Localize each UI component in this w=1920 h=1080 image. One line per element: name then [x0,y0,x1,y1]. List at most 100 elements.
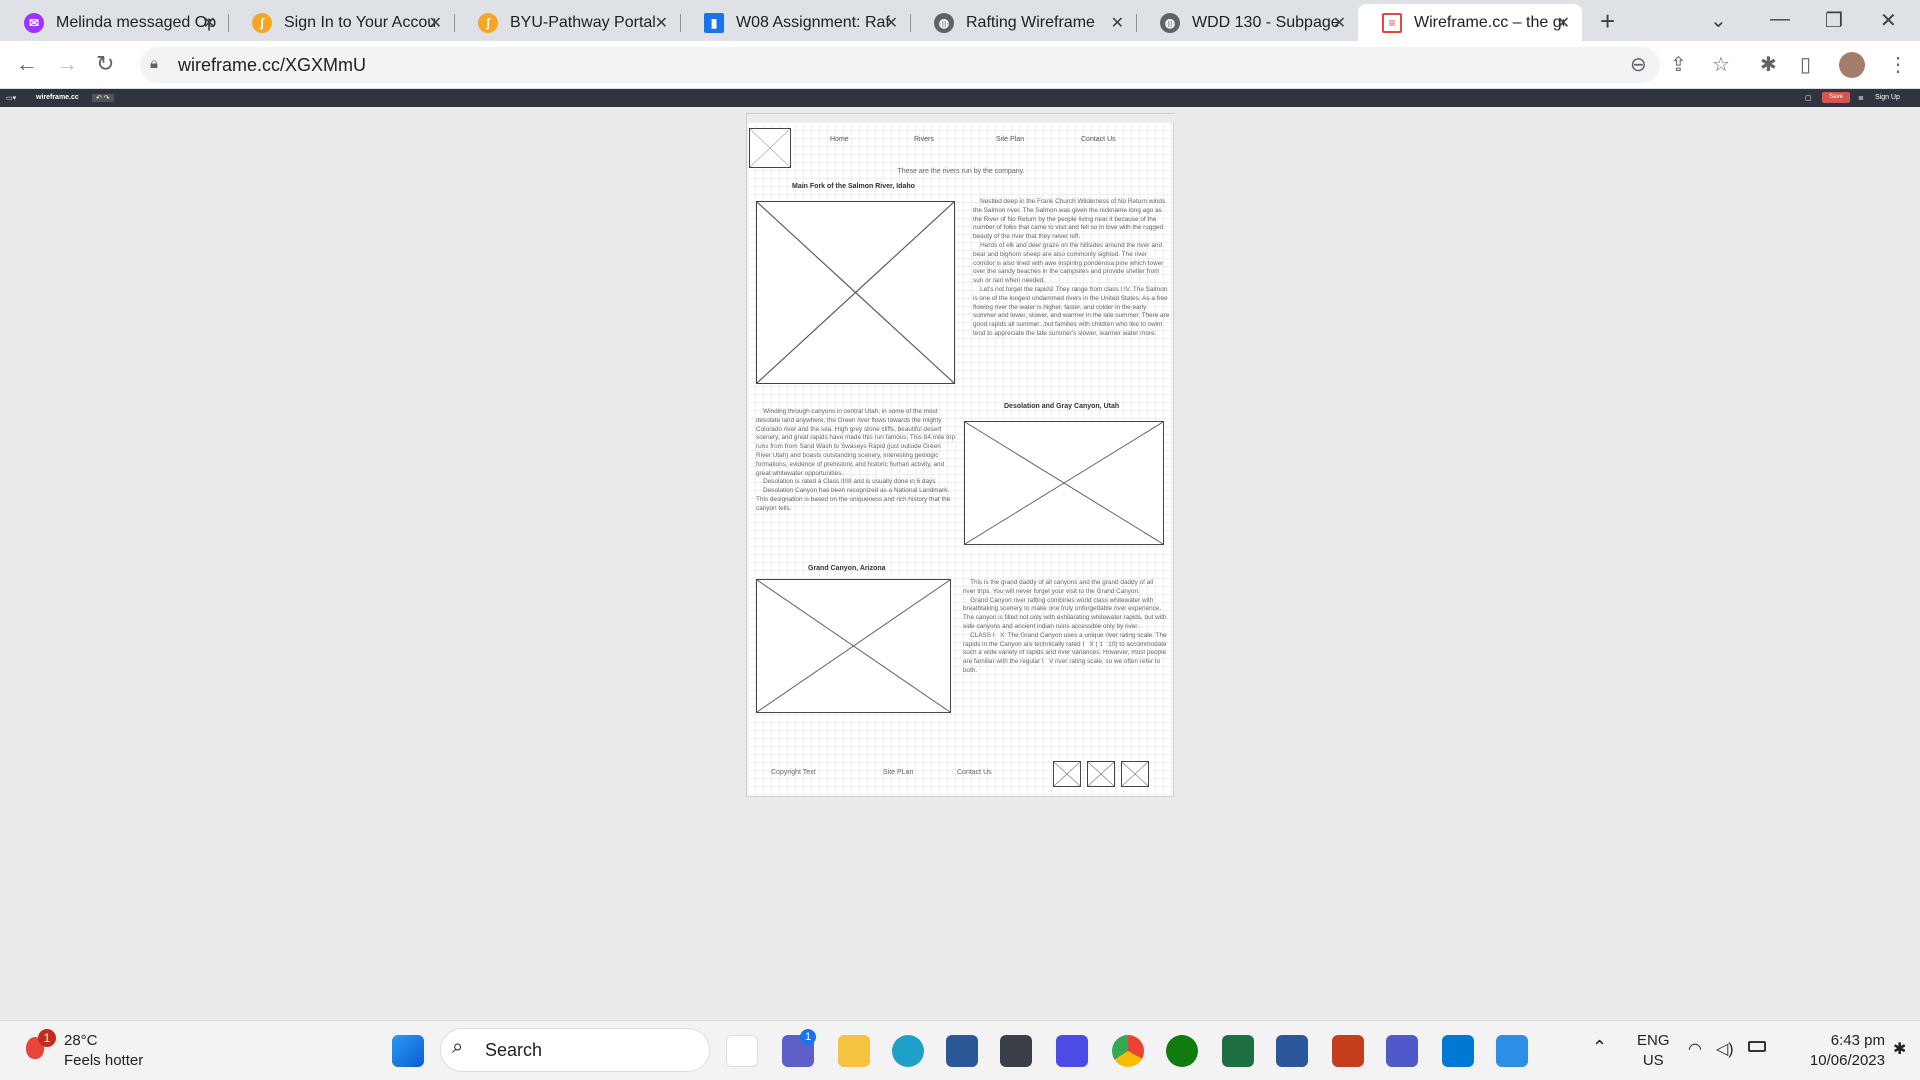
image-placeholder-desolation[interactable] [964,421,1164,545]
app-toolbar: ▭▾ wireframe.cc ↶ ↷ ▢ Save ≣ Sign Up [0,89,1920,107]
canvas-top-bar [747,114,1175,122]
reload-icon[interactable]: ↻ [96,51,114,77]
search-icon: ⌕ [452,1036,464,1058]
social-icon-placeholder[interactable] [1053,761,1081,787]
browser-toolbar: ← → ↻ 🔒︎ wireframe.cc/XGXMmU ⊖ ⇪ ☆ ✱ ▯ ⋮ [0,41,1920,89]
chevron-up-icon[interactable]: ⌃ [1592,1037,1607,1058]
save-button[interactable]: Save [1822,92,1850,103]
wireframe-canvas[interactable]: Home Rivers Site Plan Contact Us These a… [746,113,1175,797]
pathway-icon: ʃ [252,12,272,33]
photos-icon[interactable] [1496,1035,1528,1067]
app-icon[interactable] [1056,1035,1088,1067]
close-icon[interactable]: ✕ [203,13,216,33]
social-icon-placeholder[interactable] [1087,761,1115,787]
chat-badge: 1 [800,1029,816,1045]
tab-wdd130[interactable]: ◍ WDD 130 - Subpage ✕ [1136,4,1358,41]
tab-title: Wireframe.cc – the go [1414,13,1564,31]
battery-icon[interactable] [1748,1041,1766,1052]
file-explorer-icon[interactable] [838,1035,870,1067]
page-icon[interactable]: ▭▾ [6,94,16,102]
section-text-desolation: Winding through canyons in central Utah,… [756,408,956,512]
close-icon[interactable]: ✕ [429,13,442,33]
image-placeholder-salmon[interactable] [756,201,955,384]
word-icon[interactable] [1276,1035,1308,1067]
language-indicator[interactable]: ENG US [1637,1031,1670,1071]
weather-widget[interactable]: 28°C Feels hotter [64,1031,143,1071]
nav-contact-us[interactable]: Contact Us [1081,136,1116,143]
app-icon[interactable] [1000,1035,1032,1067]
signup-link[interactable]: Sign Up [1875,94,1900,101]
tab-title: WDD 130 - Subpage [1192,13,1340,31]
weather-badge: 1 [38,1029,56,1047]
window-close-icon[interactable]: ✕ [1880,8,1897,33]
avatar[interactable] [1839,52,1865,78]
tab-rafting-wireframe[interactable]: ◍ Rafting Wireframe ✕ [910,4,1137,41]
section-heading-desolation: Desolation and Gray Canyon, Utah [1004,403,1120,410]
teams-icon[interactable] [1386,1035,1418,1067]
close-icon[interactable]: ✕ [1333,13,1346,33]
nav-site-plan[interactable]: Site Plan [996,136,1024,143]
close-icon[interactable]: ✕ [1557,13,1570,33]
xbox-icon[interactable] [1166,1035,1198,1067]
store-icon[interactable] [946,1035,978,1067]
lock-icon[interactable]: 🔒︎ [150,55,158,72]
address-bar[interactable] [140,47,1660,83]
wifi-icon[interactable]: ◠ [1688,1039,1702,1059]
close-icon[interactable]: ✕ [655,13,668,33]
tab-messenger[interactable]: ✉ Melinda messaged Op ✕ [0,4,229,41]
restore-icon[interactable]: ❐ [1825,8,1843,33]
start-icon[interactable] [392,1035,424,1067]
url-text[interactable]: wireframe.cc/XGXMmU [178,55,366,76]
close-icon[interactable]: ✕ [1111,13,1124,33]
tab-search-icon[interactable]: ⌄ [1710,8,1727,33]
bookmark-star-icon[interactable]: ☆ [1712,52,1730,77]
excel-icon[interactable] [1222,1035,1254,1067]
social-icon-placeholder[interactable] [1121,761,1149,787]
settings-icon[interactable]: ≣ [1858,94,1864,102]
logo-placeholder[interactable] [749,128,791,168]
image-placeholder-grand-canyon[interactable] [756,579,951,713]
tab-wireframe-cc[interactable]: ≡ Wireframe.cc – the go ✕ [1358,4,1582,41]
browser-tab-strip: ✉ Melinda messaged Op ✕ ʃ Sign In to You… [0,0,1920,41]
menu-icon[interactable]: ⋮ [1888,52,1908,77]
lang-bottom: US [1642,1052,1664,1069]
canvas-icon: ▮ [704,12,724,33]
tab-w08-assignment[interactable]: ▮ W08 Assignment: Raf ✕ [680,4,911,41]
footer-copyright[interactable]: Copyright Text [771,769,816,776]
app-logo[interactable]: wireframe.cc [36,94,79,101]
vscode-icon[interactable] [1442,1035,1474,1067]
edge-icon[interactable] [892,1035,924,1067]
nav-rivers[interactable]: Rivers [914,136,934,143]
volume-icon[interactable]: ◁) [1716,1039,1734,1059]
zoom-icon[interactable]: ⊖ [1630,52,1647,77]
globe-icon: ◍ [934,12,954,33]
close-icon[interactable]: ✕ [885,13,898,33]
taskbar: 1 28°C Feels hotter ⌕ Search 1 ⌃ ENG US … [0,1020,1920,1080]
messenger-icon: ✉ [24,12,44,33]
clock[interactable]: 6:43 pm 10/06/2023 [1795,1031,1885,1071]
comment-icon[interactable]: ▢ [1805,94,1812,102]
footer-contact-us[interactable]: Contact Us [957,769,992,776]
nav-home[interactable]: Home [830,136,849,143]
new-tab-button[interactable]: + [1600,6,1615,37]
section-text-grand-canyon: This is the grand daddy of all canyons a… [963,579,1167,674]
globe-icon: ◍ [1160,12,1180,33]
footer-site-plan[interactable]: Site PLan [883,769,913,776]
minimize-icon[interactable]: — [1770,8,1790,31]
task-view-icon[interactable] [726,1035,758,1067]
tab-pathway-portal[interactable]: ʃ BYU-Pathway Portal ✕ [454,4,681,41]
weather-desc: Feels hotter [64,1052,144,1069]
side-panel-icon[interactable]: ▯ [1800,52,1811,77]
back-icon[interactable]: ← [16,51,38,77]
share-icon[interactable]: ⇪ [1670,52,1687,77]
extensions-icon[interactable]: ✱ [1760,52,1777,77]
chrome-icon[interactable] [1112,1035,1144,1067]
wireframe-icon: ≡ [1382,12,1402,33]
search-box[interactable] [440,1028,710,1072]
forward-icon[interactable]: → [56,51,78,77]
powerpoint-icon[interactable] [1332,1035,1364,1067]
notification-icon[interactable]: ✱ [1893,1039,1906,1059]
undo-redo-icon[interactable]: ↶ ↷ [92,94,114,102]
search-label: Search [485,1040,543,1060]
tab-sign-in[interactable]: ʃ Sign In to Your Accou ✕ [228,4,455,41]
